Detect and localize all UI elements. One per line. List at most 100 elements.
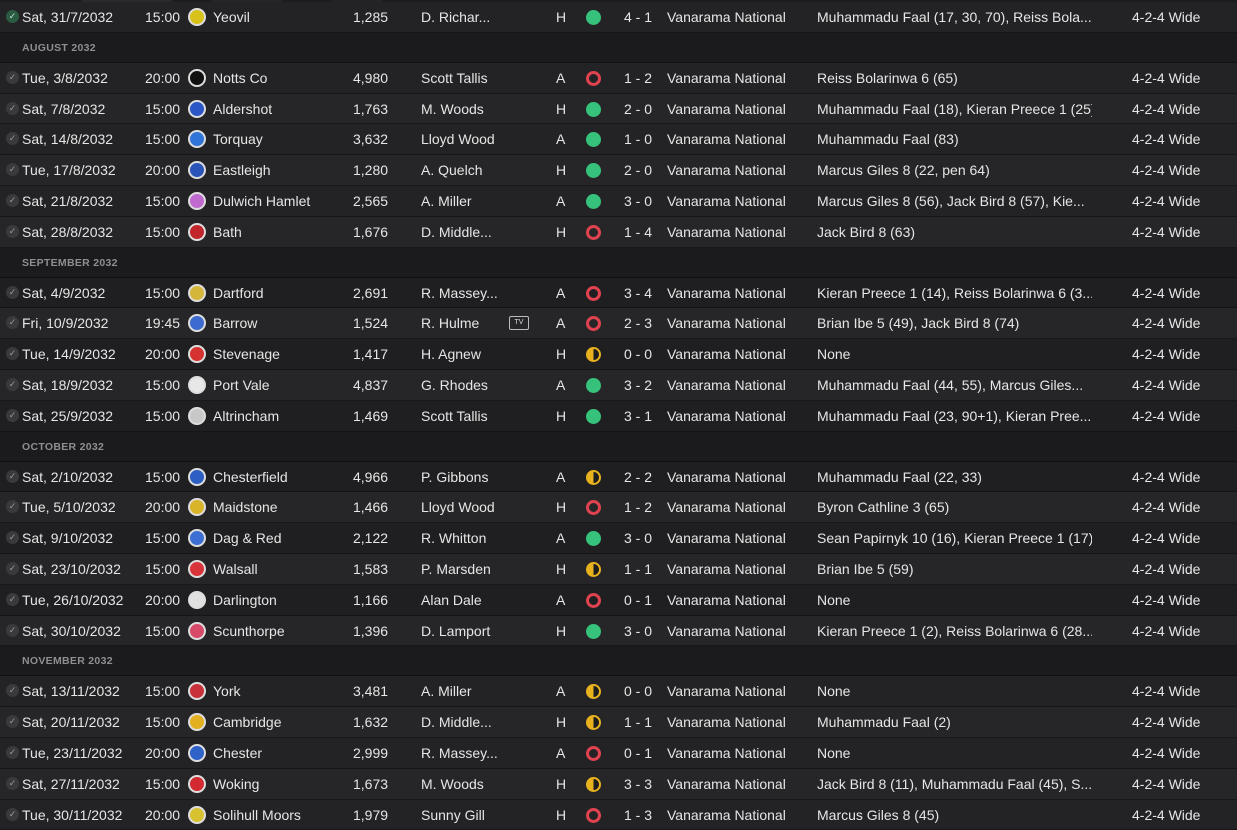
fixture-row[interactable]: ✓ Sat, 14/8/2032 15:00 Torquay 3,632 Lloyd Wo…: [0, 124, 1237, 156]
referee-name[interactable]: Scott Tallis: [421, 408, 506, 424]
fixture-row[interactable]: ✓ Sat, 7/8/2032 15:00 Aldershot 1,763 M. Wood…: [0, 93, 1237, 125]
opponent-name[interactable]: Eastleigh: [213, 162, 343, 178]
competition[interactable]: Vanarama National: [667, 530, 807, 546]
competition[interactable]: Vanarama National: [667, 561, 807, 577]
competition[interactable]: Vanarama National: [667, 683, 807, 699]
club-crest-icon[interactable]: [188, 498, 206, 517]
fixture-row[interactable]: ✓ Tue, 3/8/2032 20:00 Notts Co 4,980 Scott Ta…: [0, 62, 1237, 94]
score[interactable]: 1 - 2: [624, 499, 654, 515]
competition[interactable]: Vanarama National: [667, 776, 807, 792]
competition[interactable]: Vanarama National: [667, 101, 807, 117]
fixture-row[interactable]: ✓ Sat, 27/11/2032 15:00 Woking 1,673 M. Woods…: [0, 768, 1237, 800]
score[interactable]: 1 - 3: [624, 807, 654, 823]
club-crest-icon[interactable]: [188, 161, 206, 180]
club-crest-icon[interactable]: [188, 682, 206, 701]
competition[interactable]: Vanarama National: [667, 714, 807, 730]
competition[interactable]: Vanarama National: [667, 315, 807, 331]
fixture-row[interactable]: ✓ Sat, 31/7/2032 15:00 Yeovil 1,285 D. Richar…: [0, 2, 1237, 33]
fixture-row[interactable]: ✓ Fri, 10/9/2032 19:45 Barrow 1,524 R. Hulme T…: [0, 308, 1237, 340]
score[interactable]: 1 - 4: [624, 224, 654, 240]
club-crest-icon[interactable]: [188, 68, 206, 87]
score[interactable]: 0 - 0: [624, 346, 654, 362]
referee-name[interactable]: Lloyd Wood: [421, 131, 506, 147]
club-crest-icon[interactable]: [188, 590, 206, 609]
club-crest-icon[interactable]: [188, 375, 206, 394]
referee-name[interactable]: D. Lamport: [421, 623, 506, 639]
opponent-name[interactable]: Aldershot: [213, 101, 343, 117]
score[interactable]: 2 - 3: [624, 315, 654, 331]
score[interactable]: 3 - 0: [624, 193, 654, 209]
opponent-name[interactable]: Yeovil: [213, 9, 343, 25]
referee-name[interactable]: A. Miller: [421, 193, 506, 209]
club-crest-icon[interactable]: [188, 559, 206, 578]
fixture-row[interactable]: ✓ Sat, 2/10/2032 15:00 Chesterfield 4,966 P. …: [0, 461, 1237, 493]
referee-name[interactable]: D. Middle...: [421, 714, 506, 730]
opponent-name[interactable]: Dag & Red: [213, 530, 343, 546]
competition[interactable]: Vanarama National: [667, 408, 807, 424]
competition[interactable]: Vanarama National: [667, 70, 807, 86]
competition[interactable]: Vanarama National: [667, 623, 807, 639]
referee-name[interactable]: R. Whitton: [421, 530, 506, 546]
club-crest-icon[interactable]: [188, 713, 206, 732]
score[interactable]: 1 - 0: [624, 131, 654, 147]
opponent-name[interactable]: Chester: [213, 745, 343, 761]
referee-name[interactable]: A. Quelch: [421, 162, 506, 178]
opponent-name[interactable]: Solihull Moors: [213, 807, 343, 823]
fixture-row[interactable]: ✓ Tue, 5/10/2032 20:00 Maidstone 1,466 Lloyd …: [0, 492, 1237, 524]
referee-name[interactable]: A. Miller: [421, 683, 506, 699]
club-crest-icon[interactable]: [188, 467, 206, 486]
score[interactable]: 1 - 1: [624, 714, 654, 730]
opponent-name[interactable]: Port Vale: [213, 377, 343, 393]
referee-name[interactable]: H. Agnew: [421, 346, 506, 362]
fixture-row[interactable]: ✓ Sat, 9/10/2032 15:00 Dag & Red 2,122 R. Whi…: [0, 523, 1237, 554]
club-crest-icon[interactable]: [188, 191, 206, 210]
referee-name[interactable]: M. Woods: [421, 776, 506, 792]
club-crest-icon[interactable]: [188, 743, 206, 762]
score[interactable]: 4 - 1: [624, 9, 654, 25]
referee-name[interactable]: P. Gibbons: [421, 469, 506, 485]
score[interactable]: 3 - 0: [624, 623, 654, 639]
opponent-name[interactable]: Scunthorpe: [213, 623, 343, 639]
opponent-name[interactable]: Maidstone: [213, 499, 343, 515]
referee-name[interactable]: R. Massey...: [421, 285, 506, 301]
fixture-row[interactable]: ✓ Sat, 28/8/2032 15:00 Bath 1,676 D. Middle..…: [0, 216, 1237, 248]
fixture-row[interactable]: ✓ Sat, 25/9/2032 15:00 Altrincham 1,469 Scott…: [0, 400, 1237, 432]
fixture-row[interactable]: ✓ Sat, 4/9/2032 15:00 Dartford 2,691 R. Masse…: [0, 277, 1237, 309]
club-crest-icon[interactable]: [188, 8, 206, 26]
score[interactable]: 3 - 2: [624, 377, 654, 393]
score[interactable]: 2 - 2: [624, 469, 654, 485]
score[interactable]: 0 - 1: [624, 745, 654, 761]
opponent-name[interactable]: Altrincham: [213, 408, 343, 424]
fixture-row[interactable]: ✓ Sat, 13/11/2032 15:00 York 3,481 A. Miller A…: [0, 676, 1237, 708]
score[interactable]: 2 - 0: [624, 101, 654, 117]
score[interactable]: 1 - 1: [624, 561, 654, 577]
fixture-row[interactable]: ✓ Sat, 21/8/2032 15:00 Dulwich Hamlet 2,565 A…: [0, 185, 1237, 217]
referee-name[interactable]: R. Massey...: [421, 745, 506, 761]
competition[interactable]: Vanarama National: [667, 162, 807, 178]
referee-name[interactable]: D. Richar...: [421, 9, 506, 25]
opponent-name[interactable]: Dartford: [213, 285, 343, 301]
fixture-row[interactable]: ✓ Tue, 17/8/2032 20:00 Eastleigh 1,280 A. Que…: [0, 155, 1237, 186]
score[interactable]: 0 - 0: [624, 683, 654, 699]
opponent-name[interactable]: Woking: [213, 776, 343, 792]
score[interactable]: 1 - 2: [624, 70, 654, 86]
fixture-row[interactable]: ✓ Sat, 23/10/2032 15:00 Walsall 1,583 P. Mars…: [0, 553, 1237, 585]
fixture-row[interactable]: ✓ Tue, 26/10/2032 20:00 Darlington 1,166 Alan…: [0, 584, 1237, 616]
referee-name[interactable]: D. Middle...: [421, 224, 506, 240]
club-crest-icon[interactable]: [188, 283, 206, 302]
opponent-name[interactable]: Cambridge: [213, 714, 343, 730]
score[interactable]: 0 - 1: [624, 592, 654, 608]
club-crest-icon[interactable]: [188, 345, 206, 364]
fixture-row[interactable]: ✓ Tue, 23/11/2032 20:00 Chester 2,999 R. Mass…: [0, 737, 1237, 769]
competition[interactable]: Vanarama National: [667, 346, 807, 362]
competition[interactable]: Vanarama National: [667, 499, 807, 515]
opponent-name[interactable]: Darlington: [213, 592, 343, 608]
club-crest-icon[interactable]: [188, 529, 206, 548]
club-crest-icon[interactable]: [188, 621, 206, 640]
club-crest-icon[interactable]: [188, 805, 206, 824]
opponent-name[interactable]: Bath: [213, 224, 343, 240]
opponent-name[interactable]: Notts Co: [213, 70, 343, 86]
score[interactable]: 3 - 1: [624, 408, 654, 424]
score[interactable]: 3 - 4: [624, 285, 654, 301]
referee-name[interactable]: G. Rhodes: [421, 377, 506, 393]
